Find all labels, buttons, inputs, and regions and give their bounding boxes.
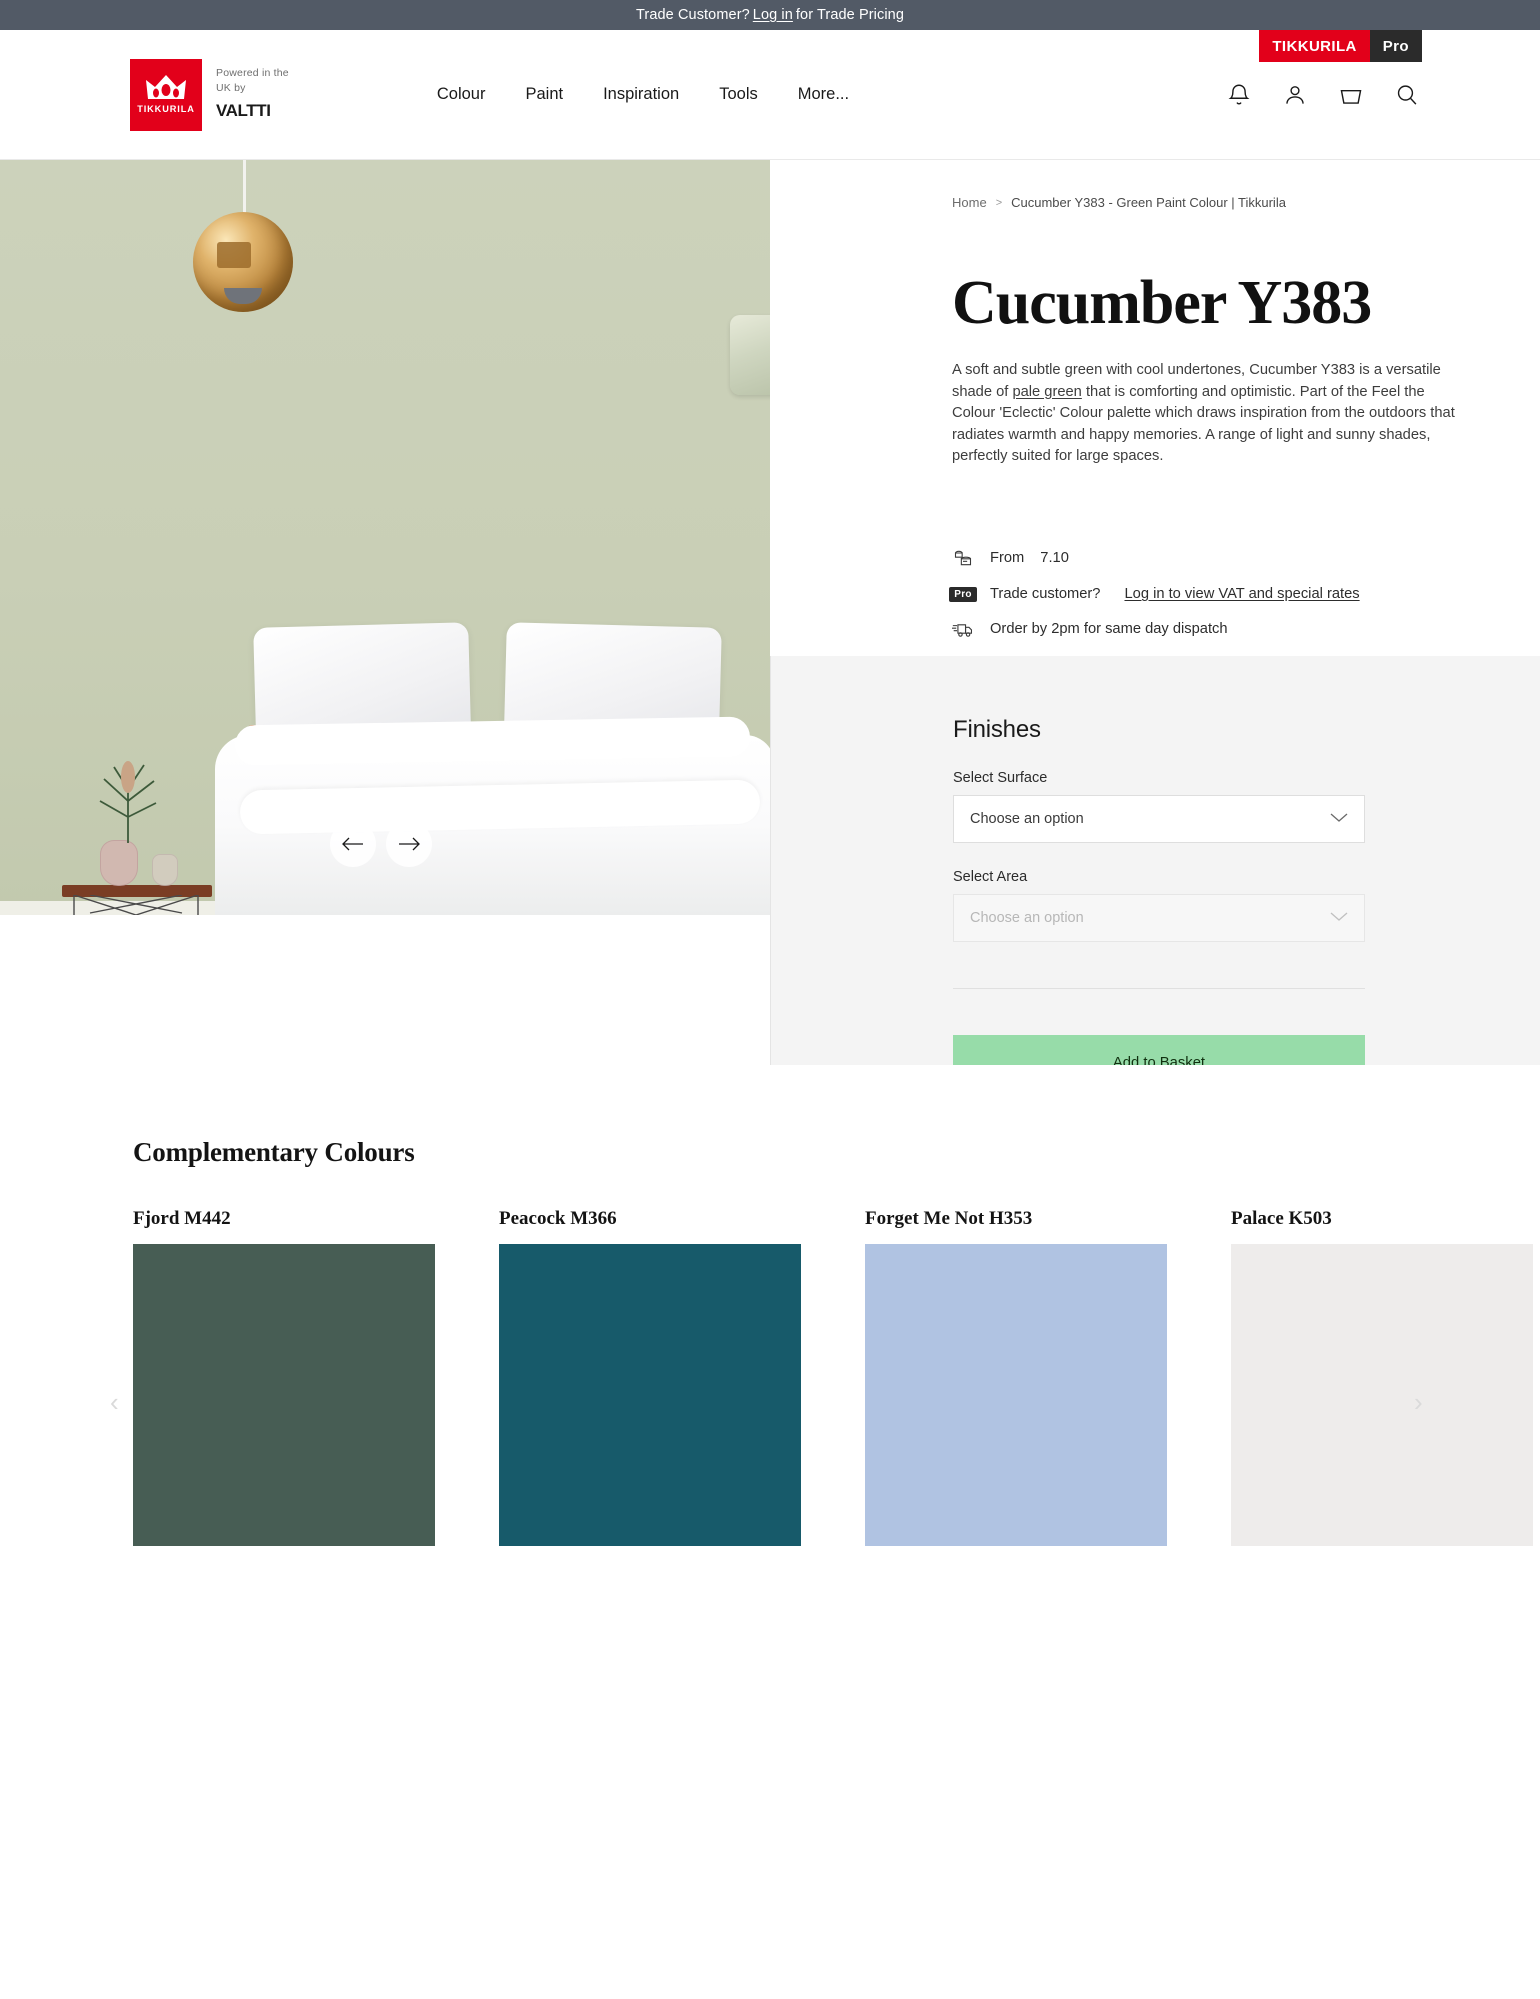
tikkurila-logo-mark: TIKKURILA bbox=[130, 58, 202, 131]
nav-item-colour[interactable]: Colour bbox=[437, 85, 486, 104]
side-table-legs bbox=[73, 895, 199, 915]
nav-item-tools[interactable]: Tools bbox=[719, 85, 758, 104]
complementary-card[interactable]: Palace K503 bbox=[1231, 1208, 1533, 1546]
complementary-colours-section: Complementary Colours ‹ › Fjord M442 Pea… bbox=[0, 1065, 1540, 1546]
main-navigation: Colour Paint Inspiration Tools More... bbox=[437, 85, 849, 104]
trade-prompt: Trade customer? bbox=[990, 586, 1101, 603]
hero-next-button[interactable] bbox=[386, 821, 432, 867]
basket-icon[interactable] bbox=[1338, 82, 1364, 108]
complementary-card-name: Forget Me Not H353 bbox=[865, 1208, 1033, 1229]
arrow-right-icon bbox=[399, 837, 420, 851]
breadcrumb: Home > Cucumber Y383 - Green Paint Colou… bbox=[952, 195, 1540, 210]
chevron-down-icon bbox=[1330, 811, 1348, 827]
nav-item-inspiration[interactable]: Inspiration bbox=[603, 85, 679, 104]
dried-flower-stems bbox=[99, 761, 157, 843]
pro-chip-label: Pro bbox=[949, 586, 977, 602]
page-title: Cucumber Y383 bbox=[952, 269, 1372, 337]
finishes-divider bbox=[953, 988, 1365, 990]
delivery-truck-icon-svg bbox=[952, 624, 973, 637]
breadcrumb-separator: > bbox=[995, 196, 1003, 209]
trade-banner-login-link[interactable]: Log in bbox=[753, 7, 793, 23]
pro-badge-icon: Pro bbox=[949, 586, 977, 602]
paint-tin-icon bbox=[952, 548, 974, 568]
crown-icon bbox=[146, 75, 186, 99]
complementary-heading: Complementary Colours bbox=[133, 1137, 415, 1167]
hero-prev-button[interactable] bbox=[330, 821, 376, 867]
search-icon[interactable] bbox=[1394, 82, 1420, 108]
logo-wordmark: TIKKURILA bbox=[137, 104, 195, 114]
complementary-grid: Fjord M442 Peacock M366 Forget Me Not H3… bbox=[133, 1208, 1540, 1546]
complementary-swatch[interactable] bbox=[865, 1244, 1167, 1546]
trade-banner-suffix: for Trade Pricing bbox=[795, 7, 904, 23]
complementary-swatch[interactable] bbox=[133, 1244, 435, 1546]
delivery-truck-icon bbox=[952, 620, 974, 638]
product-description: A soft and subtle green with cool undert… bbox=[952, 360, 1462, 468]
dispatch-note: Order by 2pm for same day dispatch bbox=[990, 621, 1228, 638]
select-area-dropdown[interactable]: Choose an option bbox=[953, 894, 1365, 943]
header-icon-group bbox=[1226, 82, 1420, 108]
complementary-card[interactable]: Peacock M366 bbox=[499, 1208, 801, 1546]
bell-icon[interactable] bbox=[1226, 82, 1252, 108]
pale-green-link[interactable]: pale green bbox=[1012, 384, 1081, 400]
select-area-value: Choose an option bbox=[970, 910, 1084, 927]
complementary-card[interactable]: Fjord M442 bbox=[133, 1208, 435, 1546]
fact-trade: Pro Trade customer? Log in to view VAT a… bbox=[949, 586, 1540, 603]
vase bbox=[100, 840, 138, 886]
pendant-cord bbox=[243, 160, 246, 218]
product-detail-column: Home > Cucumber Y383 - Green Paint Colou… bbox=[770, 160, 1540, 1225]
nav-item-paint[interactable]: Paint bbox=[525, 85, 563, 104]
product-info-block: Home > Cucumber Y383 - Green Paint Colou… bbox=[770, 160, 1540, 657]
account-icon[interactable] bbox=[1282, 82, 1308, 108]
wall-fixture bbox=[730, 315, 770, 395]
fact-price: From 7.10 bbox=[952, 548, 1540, 568]
arrow-left-icon bbox=[342, 837, 363, 851]
complementary-prev-arrow[interactable]: ‹ bbox=[110, 1387, 119, 1418]
fact-dispatch: Order by 2pm for same day dispatch bbox=[952, 620, 1540, 638]
select-surface-value: Choose an option bbox=[970, 811, 1084, 828]
complementary-next-arrow[interactable]: › bbox=[1414, 1387, 1423, 1418]
complementary-swatch[interactable] bbox=[499, 1244, 801, 1546]
room-image bbox=[0, 160, 770, 915]
price-label: From bbox=[990, 550, 1025, 567]
select-surface-dropdown[interactable]: Choose an option bbox=[953, 795, 1365, 844]
powered-by-block: Powered in the UK by VALTTI bbox=[216, 66, 289, 122]
complementary-card[interactable]: Forget Me Not H353 bbox=[865, 1208, 1167, 1546]
finishes-heading: Finishes bbox=[953, 716, 1041, 744]
breadcrumb-home[interactable]: Home bbox=[952, 195, 987, 210]
site-header: TIKKURILA Pro TIKKURILA Powered in the U… bbox=[0, 30, 1540, 160]
trade-banner-prefix: Trade Customer? bbox=[636, 7, 750, 23]
chevron-down-icon bbox=[1330, 910, 1348, 926]
powered-line-1: Powered in the bbox=[216, 67, 289, 80]
chevron-down-icon-svg bbox=[1330, 813, 1348, 822]
select-surface-label: Select Surface bbox=[953, 770, 1048, 787]
valtti-wordmark: VALTTI bbox=[216, 100, 271, 120]
nav-item-more[interactable]: More... bbox=[798, 85, 849, 104]
complementary-swatch[interactable] bbox=[1231, 1244, 1533, 1546]
pro-badge-pro: Pro bbox=[1369, 30, 1422, 62]
powered-line-2: UK by bbox=[216, 81, 246, 94]
hero-section: Home > Cucumber Y383 - Green Paint Colou… bbox=[0, 160, 1540, 1225]
product-facts: From 7.10 Pro Trade customer? Log in to … bbox=[949, 548, 1540, 638]
chevron-down-icon-svg bbox=[1330, 912, 1348, 921]
paint-tin-icon-svg bbox=[954, 550, 972, 566]
complementary-card-name: Peacock M366 bbox=[499, 1208, 617, 1229]
hero-carousel-controls bbox=[330, 821, 432, 867]
breadcrumb-current: Cucumber Y383 - Green Paint Colour | Tik… bbox=[1011, 195, 1286, 210]
select-area-label: Select Area bbox=[953, 869, 1028, 886]
trade-login-link[interactable]: Log in to view VAT and special rates bbox=[1124, 586, 1359, 602]
tikkurila-pro-badge[interactable]: TIKKURILA Pro bbox=[1259, 30, 1422, 62]
small-jar bbox=[152, 854, 178, 886]
complementary-card-name: Fjord M442 bbox=[133, 1208, 231, 1229]
price-value: 7.10 bbox=[1040, 550, 1069, 567]
site-logo[interactable]: TIKKURILA Powered in the UK by VALTTI bbox=[130, 58, 289, 131]
complementary-card-name: Palace K503 bbox=[1231, 1208, 1332, 1229]
pro-badge-brand: TIKKURILA bbox=[1259, 30, 1370, 62]
trade-banner: Trade Customer? Log in for Trade Pricing bbox=[0, 0, 1540, 30]
